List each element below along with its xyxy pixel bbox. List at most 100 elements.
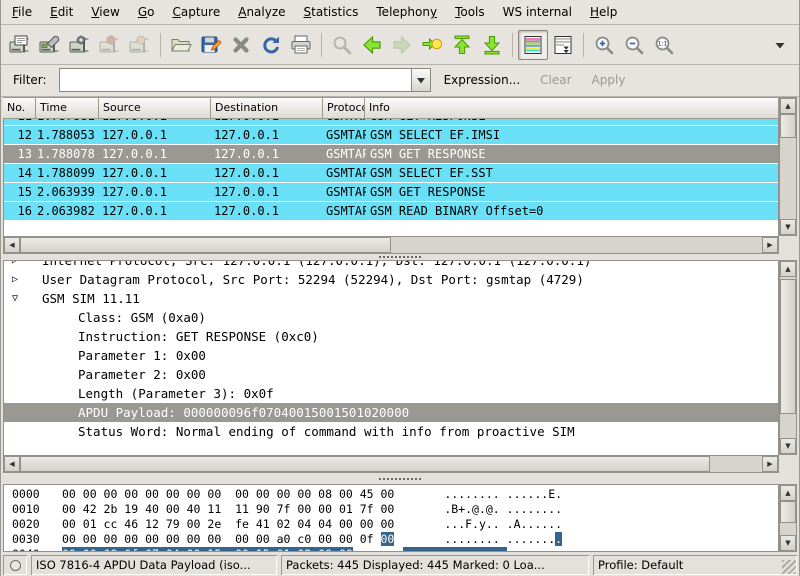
- pane-splitter-bottom[interactable]: [1, 473, 799, 484]
- packet-row-15[interactable]: 152.063939127.0.0.1127.0.0.1GSMTAPGSM GE…: [4, 183, 778, 202]
- vscroll-thumb[interactable]: [780, 279, 796, 414]
- menu-go[interactable]: Go: [129, 1, 164, 23]
- packet-list-hscrollbar[interactable]: ◀ ▶: [3, 236, 779, 254]
- find-packet-button[interactable]: [327, 30, 357, 60]
- vscroll-track[interactable]: [780, 114, 796, 219]
- details-hscrollbar[interactable]: ◀ ▶: [3, 455, 779, 473]
- packet-row-13[interactable]: 131.788078127.0.0.1127.0.0.1GSMTAPGSM GE…: [4, 145, 778, 164]
- goto-packet-button[interactable]: [417, 30, 447, 60]
- column-header-no[interactable]: No.: [3, 97, 36, 119]
- detail-row[interactable]: Instruction: GET RESPONSE (0xc0): [4, 327, 778, 346]
- expander-collapsed-icon[interactable]: ▷: [4, 270, 42, 289]
- file-close-button[interactable]: [226, 30, 256, 60]
- detail-row[interactable]: ▷Internet Protocol, Src: 127.0.0.1 (127.…: [4, 260, 778, 270]
- scroll-up-icon[interactable]: ▲: [780, 261, 796, 277]
- detail-row[interactable]: ▽GSM SIM 11.11: [4, 289, 778, 308]
- packet-row-11[interactable]: 111.787881127.0.0.1127.0.0.1GSMTAPGSM GE…: [4, 119, 778, 126]
- print-button[interactable]: [286, 30, 316, 60]
- scroll-up-icon[interactable]: ▲: [780, 485, 796, 501]
- go-to-bottom-button[interactable]: [477, 30, 507, 60]
- hscroll-thumb[interactable]: [20, 456, 710, 472]
- clear-button[interactable]: Clear: [533, 69, 578, 91]
- expander-expanded-icon[interactable]: ▽: [4, 289, 42, 308]
- capture-interfaces-button[interactable]: [5, 30, 35, 60]
- menu-ws-internal[interactable]: WS internal: [494, 1, 581, 23]
- window-resize-grip[interactable]: [782, 560, 796, 574]
- scroll-up-icon[interactable]: ▲: [780, 98, 796, 114]
- capture-stop-button[interactable]: [95, 30, 125, 60]
- expander-collapsed-icon[interactable]: ▷: [4, 260, 42, 270]
- detail-row[interactable]: Parameter 2: 0x00: [4, 365, 778, 384]
- scroll-right-icon[interactable]: ▶: [762, 237, 778, 253]
- hscroll-track[interactable]: [20, 237, 762, 253]
- scroll-right-icon[interactable]: ▶: [762, 456, 778, 472]
- file-open-button[interactable]: [166, 30, 196, 60]
- vscroll-track[interactable]: [780, 501, 796, 535]
- packet-row-14[interactable]: 141.788099127.0.0.1127.0.0.1GSMTAPGSM SE…: [4, 164, 778, 183]
- packet-list-vscrollbar[interactable]: ▲ ▼: [779, 97, 797, 236]
- vscroll-thumb[interactable]: [780, 501, 796, 523]
- menu-file[interactable]: File: [3, 1, 41, 23]
- zoom-out-button[interactable]: [619, 30, 649, 60]
- toolbar-overflow-button[interactable]: [765, 30, 795, 60]
- hex-row-0020[interactable]: 002000 01 cc 46 12 79 00 2e fe 41 02 04 …: [12, 517, 778, 532]
- menu-help[interactable]: Help: [581, 1, 626, 23]
- auto-scroll-toggle-button[interactable]: [548, 30, 578, 60]
- hex-row-0030[interactable]: 003000 00 00 00 00 00 00 00 00 00 a0 c0 …: [12, 532, 778, 547]
- scroll-down-icon[interactable]: ▼: [780, 219, 796, 235]
- apply-button[interactable]: Apply: [585, 69, 633, 91]
- detail-row[interactable]: APDU Payload: 000000096f0704001500150102…: [4, 403, 778, 422]
- menu-capture[interactable]: Capture: [163, 1, 229, 23]
- hex-row-0000[interactable]: 000000 00 00 00 00 00 00 00 00 00 00 00 …: [12, 487, 778, 502]
- hex-row-0010[interactable]: 001000 42 2b 19 40 00 40 11 11 90 7f 00 …: [12, 502, 778, 517]
- expander-placeholder: [4, 365, 78, 384]
- hscroll-thumb[interactable]: [20, 237, 391, 253]
- hscroll-track[interactable]: [20, 456, 762, 472]
- go-back-button[interactable]: [357, 30, 387, 60]
- menu-view[interactable]: View: [82, 1, 128, 23]
- column-header-info[interactable]: Info: [365, 97, 779, 119]
- column-header-time[interactable]: Time: [36, 97, 99, 119]
- vscroll-thumb[interactable]: [780, 114, 796, 138]
- scroll-down-icon[interactable]: ▼: [780, 438, 796, 454]
- reload-button[interactable]: [256, 30, 286, 60]
- detail-row[interactable]: Class: GSM (0xa0): [4, 308, 778, 327]
- capture-restart-button[interactable]: [125, 30, 155, 60]
- column-header-destination[interactable]: Destination: [211, 97, 323, 119]
- detail-row[interactable]: Status Word: Normal ending of command wi…: [4, 422, 778, 441]
- menu-statistics[interactable]: Statistics: [295, 1, 368, 23]
- scroll-left-icon[interactable]: ◀: [4, 456, 20, 472]
- filter-input[interactable]: [59, 68, 411, 92]
- go-to-top-button[interactable]: [447, 30, 477, 60]
- column-header-protocol[interactable]: Protocol: [323, 97, 365, 119]
- scroll-down-icon[interactable]: ▼: [780, 535, 796, 551]
- scrollbar-corner: [779, 455, 797, 473]
- filter-dropdown-button[interactable]: [411, 68, 431, 92]
- vscroll-track[interactable]: [780, 277, 796, 438]
- detail-row[interactable]: Length (Parameter 3): 0x0f: [4, 384, 778, 403]
- go-forward-button[interactable]: [387, 30, 417, 60]
- hex-row-0040[interactable]: 004000 00 09 6f 07 04 00 15 00 15 01 02 …: [12, 547, 778, 552]
- caret-down-icon: [772, 37, 788, 53]
- menu-telephony[interactable]: Telephony: [367, 1, 446, 23]
- packet-row-16[interactable]: 162.063982127.0.0.1127.0.0.1GSMTAPGSM RE…: [4, 202, 778, 221]
- packet-row-12[interactable]: 121.788053127.0.0.1127.0.0.1GSMTAPGSM SE…: [4, 126, 778, 145]
- menu-edit[interactable]: Edit: [41, 1, 82, 23]
- details-vscrollbar[interactable]: ▲ ▼: [779, 260, 797, 455]
- bytes-vscrollbar[interactable]: ▲ ▼: [779, 484, 797, 552]
- file-save-button[interactable]: [196, 30, 226, 60]
- menu-analyze[interactable]: Analyze: [229, 1, 294, 23]
- expert-info-box[interactable]: [3, 555, 27, 575]
- colorize-toggle-button[interactable]: [518, 30, 548, 60]
- capture-options-button[interactable]: [35, 30, 65, 60]
- scroll-left-icon[interactable]: ◀: [4, 237, 20, 253]
- capture-start-button[interactable]: [65, 30, 95, 60]
- zoom-normal-button[interactable]: 1:1: [649, 30, 679, 60]
- menu-tools[interactable]: Tools: [446, 1, 494, 23]
- detail-row[interactable]: Parameter 1: 0x00: [4, 346, 778, 365]
- filter-label[interactable]: Filter:: [7, 70, 53, 90]
- detail-row[interactable]: ▷User Datagram Protocol, Src Port: 52294…: [4, 270, 778, 289]
- expression-button[interactable]: Expression...: [437, 69, 528, 91]
- column-header-source[interactable]: Source: [99, 97, 211, 119]
- zoom-in-button[interactable]: [589, 30, 619, 60]
